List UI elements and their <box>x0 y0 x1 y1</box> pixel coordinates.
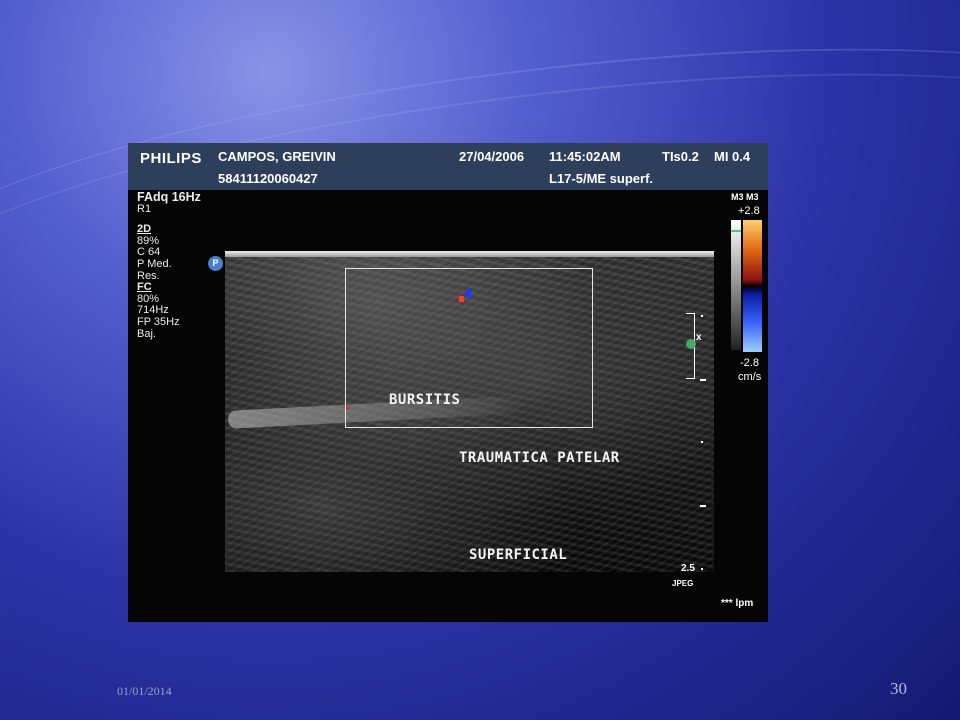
baseline-marker <box>731 230 741 232</box>
patient-id: 58411120060427 <box>218 171 318 186</box>
persistence: P Med. <box>137 257 172 270</box>
flow-setting: Baj. <box>137 327 156 340</box>
depth-tick <box>701 568 703 570</box>
exam-time: 11:45:02AM <box>549 149 621 164</box>
frame-rate: FAdq 16Hz <box>137 190 201 204</box>
patient-name: CAMPOS, GREIVIN <box>218 149 336 164</box>
doppler-flow-blue <box>466 289 471 298</box>
ultrasound-image: PHILIPS CAMPOS, GREIVIN 27/04/2006 11:45… <box>128 143 768 622</box>
mi-value: MI 0.4 <box>714 149 751 164</box>
depth-tick <box>701 441 703 443</box>
mode-fc: FC <box>137 281 152 294</box>
velocity-unit: cm/s <box>738 371 762 383</box>
depth-tick <box>700 379 706 381</box>
slide-number: 30 <box>890 679 907 698</box>
color-map-label: M3 M3 <box>731 192 759 202</box>
skin-line <box>225 251 714 257</box>
exam-date: 27/04/2006 <box>459 149 525 164</box>
probe-preset: L17-5/ME superf. <box>549 171 654 186</box>
focus-zone-icon <box>686 339 696 349</box>
probe-orientation-icon: P <box>208 256 223 271</box>
annotation-traumatica-patelar: TRAUMATICA PATELAR <box>459 450 620 466</box>
depth-tick <box>701 315 703 317</box>
wall-filter: FP 35Hz <box>137 315 180 328</box>
focus-marker: x <box>696 332 702 343</box>
doppler-flow-red <box>459 296 464 302</box>
velocity-min: -2.8 <box>740 357 759 369</box>
velocity-max: +2.8 <box>738 205 760 217</box>
slide-date: 01/01/2014 <box>117 684 172 698</box>
depth-value: 2.5 <box>681 563 695 574</box>
red-marker <box>346 407 349 410</box>
ultrasound-header: PHILIPS CAMPOS, GREIVIN 27/04/2006 11:45… <box>128 143 768 190</box>
annotation-bursitis: BURSITIS <box>389 392 461 408</box>
tis-value: TIs0.2 <box>662 149 699 164</box>
param-r: R1 <box>137 202 152 215</box>
lpm-indicator: *** lpm <box>721 598 754 609</box>
gray-scale-bar <box>731 220 741 350</box>
scan-parameters: FAdq 16Hz R1 2D 89% C 64 P Med. Res. FC … <box>137 190 201 340</box>
annotation-superficial: SUPERFICIAL <box>469 547 568 563</box>
image-format: JPEG <box>672 579 694 588</box>
color-velocity-bar <box>743 220 762 352</box>
brand-logo: PHILIPS <box>140 150 202 167</box>
depth-tick <box>700 505 706 507</box>
